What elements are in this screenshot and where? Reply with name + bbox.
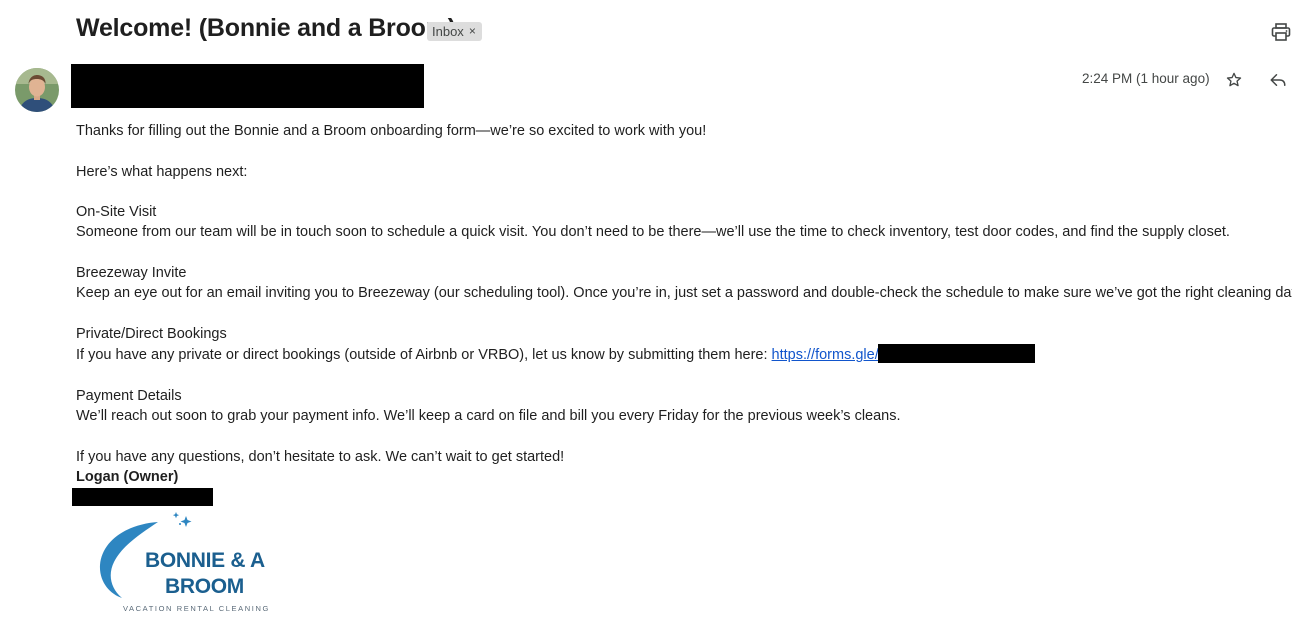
section-payment-title: Payment Details — [76, 387, 182, 404]
sender-avatar[interactable] — [15, 68, 59, 112]
link-redaction — [877, 344, 1035, 364]
section-breezeway-text: Keep an eye out for an email inviting yo… — [76, 285, 1292, 302]
email-view: Welcome! (Bonnie and a Broom) Inbox × 2:… — [0, 0, 1292, 638]
print-all-button[interactable] — [1268, 20, 1292, 44]
section-bookings-line: If you have any private or direct bookin… — [76, 344, 1286, 365]
signature-name: Logan (Owner) — [76, 469, 179, 486]
star-icon — [1226, 72, 1242, 87]
inbox-label-chip[interactable]: Inbox × — [427, 22, 482, 41]
print-icon — [1271, 23, 1291, 41]
reply-icon — [1270, 74, 1286, 86]
star-button[interactable] — [1222, 68, 1246, 92]
message-timestamp: 2:24 PM (1 hour ago) — [1082, 71, 1210, 86]
closing-paragraph: If you have any questions, don’t hesitat… — [76, 448, 565, 465]
logo-text-line2: BROOM — [165, 575, 244, 598]
section-breezeway-title: Breezeway Invite — [76, 265, 187, 282]
email-subject: Welcome! (Bonnie and a Broom) — [76, 14, 456, 42]
section-bookings-title: Private/Direct Bookings — [76, 325, 227, 342]
section-onsite-text: Someone from our team will be in touch s… — [76, 224, 1230, 241]
section-bookings-text: If you have any private or direct bookin… — [76, 347, 772, 364]
section-onsite-title: On-Site Visit — [76, 204, 157, 221]
inbox-label-text: Inbox — [432, 24, 464, 39]
intro-paragraph: Thanks for filling out the Bonnie and a … — [76, 123, 707, 139]
avatar-photo — [15, 68, 59, 112]
email-body: Thanks for filling out the Bonnie and a … — [76, 121, 1292, 487]
logo-tagline: VACATION RENTAL CLEANING — [123, 604, 270, 613]
logo-text-line1: BONNIE & A — [145, 549, 265, 572]
next-steps-heading: Here’s what happens next: — [76, 163, 248, 180]
section-payment-text: We’ll reach out soon to grab your paymen… — [76, 408, 901, 425]
remove-label-button[interactable]: × — [469, 22, 476, 41]
reply-button[interactable] — [1266, 68, 1290, 92]
sender-redaction — [71, 64, 424, 108]
signature-redaction — [72, 488, 213, 506]
forms-link[interactable]: https://forms.gle/ — [772, 347, 879, 363]
